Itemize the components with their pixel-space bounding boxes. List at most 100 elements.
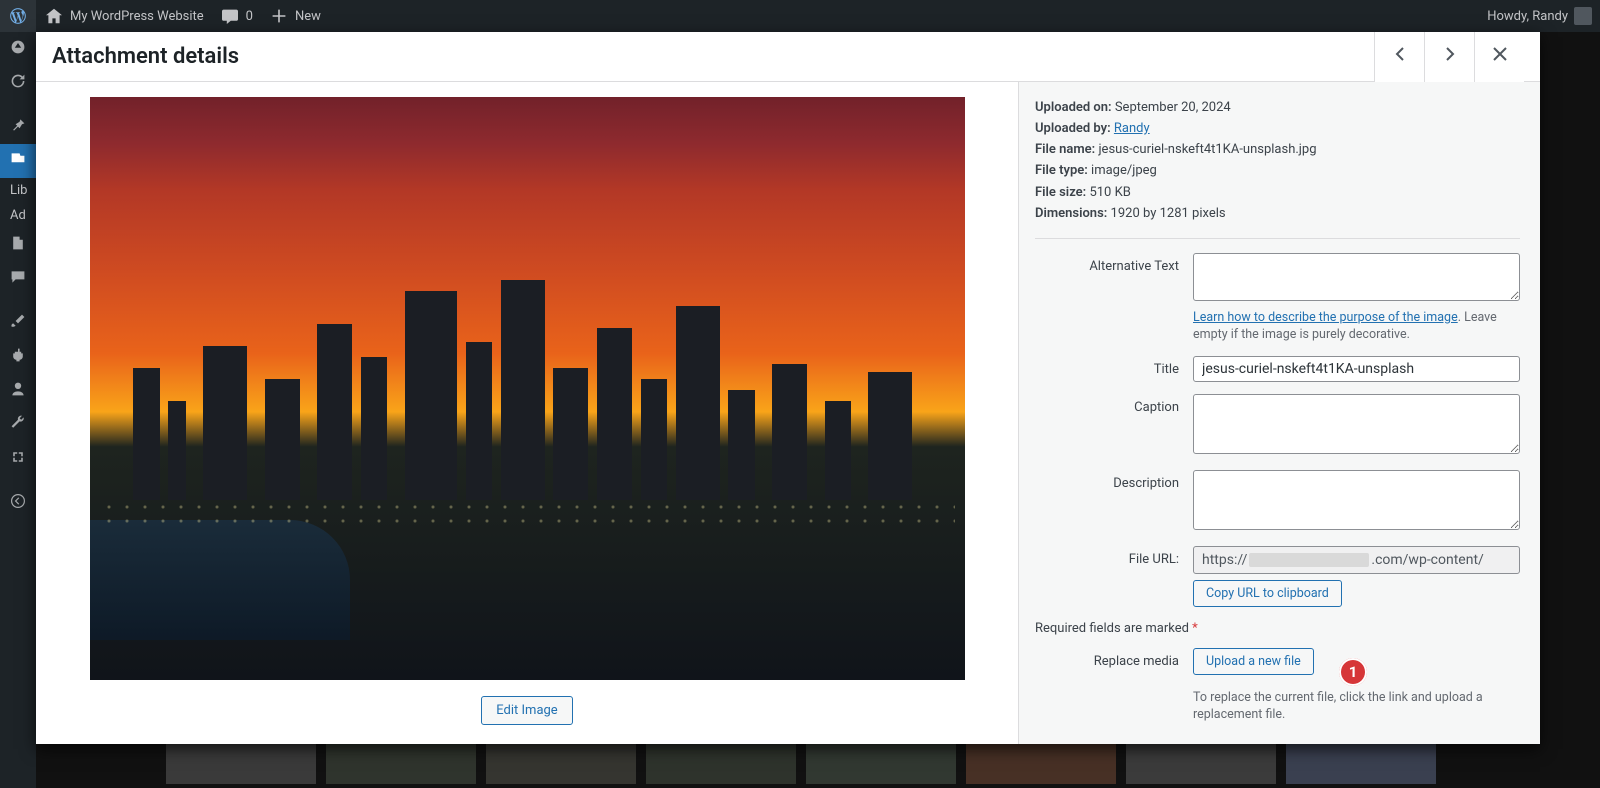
- file-url-prefix: https://: [1202, 552, 1247, 568]
- plus-icon: [269, 6, 289, 26]
- file-size-value: 510 KB: [1089, 185, 1130, 200]
- file-url-setting: File URL: https:// .com/wp-content/ Copy …: [1035, 546, 1520, 607]
- modal-title: Attachment details: [52, 44, 239, 69]
- uploaded-by-link[interactable]: Randy: [1114, 121, 1150, 136]
- next-button[interactable]: [1424, 32, 1474, 82]
- file-url-suffix: .com/wp-content/: [1371, 552, 1483, 568]
- attachment-info-panel: Uploaded on: September 20, 2024 Uploaded…: [1018, 82, 1540, 744]
- menu-plugins[interactable]: [0, 340, 36, 374]
- comments-count: 0: [246, 9, 253, 24]
- admin-bar: My WordPress Website 0 New Howdy, Randy: [0, 0, 1600, 32]
- caption-input[interactable]: [1193, 394, 1520, 454]
- comments-link[interactable]: 0: [212, 0, 261, 32]
- menu-users[interactable]: [0, 374, 36, 408]
- chevron-left-icon: [1390, 44, 1410, 69]
- my-account-link[interactable]: Howdy, Randy: [1479, 0, 1600, 32]
- skyline-silhouette: [90, 280, 965, 500]
- file-size-label: File size:: [1035, 185, 1086, 200]
- chevron-right-icon: [1440, 44, 1460, 69]
- uploaded-on-value: September 20, 2024: [1115, 100, 1231, 115]
- attachment-image-preview: [90, 97, 965, 680]
- menu-pages[interactable]: [0, 228, 36, 262]
- menu-updates[interactable]: [0, 66, 36, 100]
- title-setting: Title: [1035, 356, 1520, 382]
- brush-icon: [10, 313, 26, 333]
- copy-url-button[interactable]: Copy URL to clipboard: [1193, 580, 1342, 607]
- file-url-display[interactable]: https:// .com/wp-content/: [1193, 546, 1520, 574]
- user-icon: [10, 381, 26, 401]
- attachment-preview-panel: Edit Image: [36, 82, 1018, 744]
- file-url-redacted: [1249, 553, 1369, 567]
- close-button[interactable]: [1474, 32, 1524, 82]
- menu-collapse[interactable]: [0, 486, 36, 520]
- dashboard-icon: [10, 39, 26, 59]
- file-type-value: image/jpeg: [1091, 163, 1157, 178]
- wp-logo[interactable]: [0, 0, 36, 32]
- home-icon: [44, 6, 64, 26]
- wordpress-icon: [8, 6, 28, 26]
- comment-icon: [220, 6, 240, 26]
- modal-header: Attachment details: [36, 32, 1540, 82]
- avatar-icon: [1574, 7, 1592, 25]
- alt-text-help: Learn how to describe the purpose of the…: [1193, 309, 1520, 344]
- collapse-icon: [10, 493, 26, 513]
- file-url-label: File URL:: [1035, 546, 1193, 607]
- close-icon: [1490, 44, 1510, 69]
- title-input[interactable]: [1193, 356, 1520, 382]
- file-name-value: jesus-curiel-nskeft4t1KA-unsplash.jpg: [1098, 142, 1316, 157]
- new-content-link[interactable]: New: [261, 0, 329, 32]
- wrench-icon: [10, 415, 26, 435]
- site-name-text: My WordPress Website: [70, 9, 204, 24]
- menu-settings[interactable]: [0, 442, 36, 476]
- prev-button[interactable]: [1374, 32, 1424, 82]
- caption-label: Caption: [1035, 394, 1193, 458]
- section-divider: [1035, 238, 1520, 239]
- modal-nav: [1374, 32, 1524, 82]
- alt-text-setting: Alternative Text Learn how to describe t…: [1035, 253, 1520, 344]
- caption-setting: Caption: [1035, 394, 1520, 458]
- howdy-text: Howdy, Randy: [1487, 9, 1568, 24]
- alt-text-input[interactable]: [1193, 253, 1520, 301]
- plug-icon: [10, 347, 26, 367]
- submenu-add-new[interactable]: Ad: [0, 203, 36, 228]
- annotation-badge-1: 1: [1339, 658, 1367, 686]
- submenu-library[interactable]: Lib: [0, 178, 36, 203]
- description-input[interactable]: [1193, 470, 1520, 530]
- menu-dashboard[interactable]: [0, 32, 36, 66]
- required-star: *: [1192, 621, 1198, 636]
- title-label: Title: [1035, 356, 1193, 382]
- page-icon: [10, 235, 26, 255]
- file-type-label: File type:: [1035, 163, 1088, 178]
- file-name-label: File name:: [1035, 142, 1095, 157]
- replace-media-label: Replace media: [1035, 648, 1193, 724]
- replace-media-setting: Replace media Upload a new file To repla…: [1035, 648, 1520, 724]
- menu-tools[interactable]: [0, 408, 36, 442]
- attachment-details-list: Uploaded on: September 20, 2024 Uploaded…: [1035, 98, 1520, 224]
- replace-media-help: To replace the current file, click the l…: [1193, 689, 1520, 724]
- settings-icon: [10, 449, 26, 469]
- uploaded-by-label: Uploaded by:: [1035, 121, 1111, 136]
- dimensions-value: 1920 by 1281 pixels: [1111, 206, 1226, 221]
- pin-icon: [10, 117, 26, 137]
- edit-image-button[interactable]: Edit Image: [481, 696, 572, 725]
- city-lights: [100, 500, 955, 530]
- comments-menu-icon: [10, 269, 26, 289]
- alt-text-label: Alternative Text: [1035, 253, 1193, 344]
- attachment-details-modal: Attachment details: [36, 32, 1540, 744]
- description-setting: Description: [1035, 470, 1520, 534]
- description-label: Description: [1035, 470, 1193, 534]
- menu-appearance[interactable]: [0, 306, 36, 340]
- required-note-text: Required fields are marked: [1035, 621, 1192, 636]
- update-icon: [10, 73, 26, 93]
- stadium-shape: [90, 520, 350, 640]
- site-name-link[interactable]: My WordPress Website: [36, 0, 212, 32]
- required-fields-note: Required fields are marked *: [1035, 621, 1520, 636]
- media-icon: [10, 151, 26, 171]
- menu-comments[interactable]: [0, 262, 36, 296]
- alt-help-link[interactable]: Learn how to describe the purpose of the…: [1193, 310, 1458, 325]
- upload-new-file-button[interactable]: Upload a new file: [1193, 648, 1314, 675]
- menu-media[interactable]: [0, 144, 36, 178]
- menu-posts[interactable]: [0, 110, 36, 144]
- admin-menu: Lib Ad: [0, 32, 36, 788]
- new-label: New: [295, 9, 321, 24]
